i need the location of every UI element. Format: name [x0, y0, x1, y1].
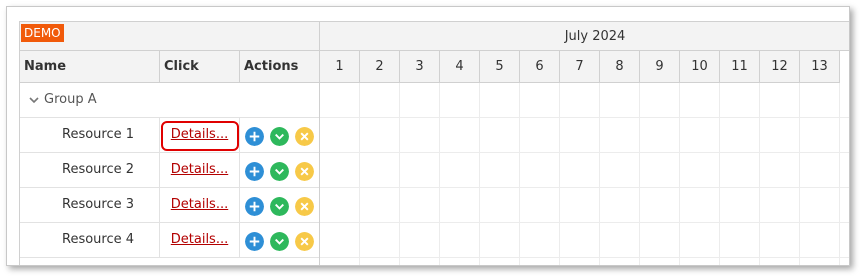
day-header: 1 [320, 51, 360, 83]
resource-row: Resource 4 Details... [20, 223, 320, 258]
day-header: 4 [440, 51, 480, 83]
details-cell: Details... [160, 153, 240, 188]
day-header: 2 [360, 51, 400, 83]
day-header: 10 [680, 51, 720, 83]
actions-cell [240, 118, 320, 153]
plus-icon[interactable] [245, 197, 264, 216]
details-link[interactable]: Details... [171, 232, 228, 247]
day-header: 8 [600, 51, 640, 83]
grid-row[interactable] [320, 118, 849, 153]
check-icon[interactable] [270, 127, 289, 146]
demo-badge: DEMO [21, 24, 64, 42]
month-label: July 2024 [564, 29, 626, 44]
resource-name: Resource 1 [20, 118, 160, 153]
grid-row[interactable] [320, 188, 849, 223]
details-link[interactable]: Details... [171, 162, 228, 177]
grid-row[interactable] [320, 83, 849, 118]
day-header: 11 [720, 51, 760, 83]
day-header: 7 [560, 51, 600, 83]
day-header: 12 [760, 51, 800, 83]
close-icon[interactable] [295, 162, 314, 181]
column-header-actions[interactable]: Actions [240, 51, 320, 83]
day-header: 3 [400, 51, 440, 83]
check-icon[interactable] [270, 162, 289, 181]
highlight-box [161, 121, 239, 151]
scheduler-frame: DEMO Name Click Actions Group A Resource… [6, 6, 850, 266]
close-icon[interactable] [295, 127, 314, 146]
details-link[interactable]: Details... [171, 197, 228, 212]
resource-row: Resource 3 Details... [20, 188, 320, 223]
actions-cell [240, 188, 320, 223]
chevron-down-icon[interactable] [28, 94, 40, 106]
timeline-pane: July 2024 1 2 3 4 5 6 7 8 9 10 11 12 13 [319, 21, 849, 265]
grid-row[interactable] [320, 153, 849, 188]
details-cell: Details... [160, 223, 240, 258]
plus-icon[interactable] [245, 162, 264, 181]
actions-cell [240, 153, 320, 188]
day-header: 9 [640, 51, 680, 83]
plus-icon[interactable] [245, 232, 264, 251]
column-header-click[interactable]: Click [160, 51, 240, 83]
check-icon[interactable] [270, 232, 289, 251]
check-icon[interactable] [270, 197, 289, 216]
grid-row[interactable] [320, 223, 849, 258]
day-header: 6 [520, 51, 560, 83]
group-row[interactable]: Group A [20, 83, 320, 118]
close-icon[interactable] [295, 197, 314, 216]
scheduler-corner: DEMO [20, 21, 320, 51]
close-icon[interactable] [295, 232, 314, 251]
resource-pane: DEMO Name Click Actions Group A Resource… [19, 21, 320, 265]
resource-name: Resource 2 [20, 153, 160, 188]
plus-icon[interactable] [245, 127, 264, 146]
resource-name: Resource 4 [20, 223, 160, 258]
resource-row: Resource 2 Details... [20, 153, 320, 188]
column-header-name[interactable]: Name [20, 51, 160, 83]
day-header: 13 [800, 51, 840, 83]
details-cell: Details... [160, 188, 240, 223]
day-header: 5 [480, 51, 520, 83]
resource-name: Resource 3 [20, 188, 160, 223]
group-label: Group A [44, 92, 97, 107]
actions-cell [240, 223, 320, 258]
timeline-month-header: July 2024 [320, 21, 849, 51]
